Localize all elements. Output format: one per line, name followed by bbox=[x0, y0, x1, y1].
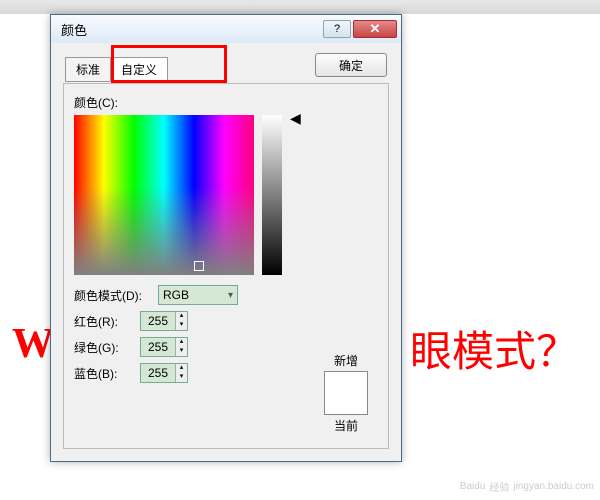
close-icon: ✕ bbox=[370, 21, 381, 37]
red-up-icon[interactable]: ▴ bbox=[175, 312, 187, 321]
color-crosshair-icon[interactable] bbox=[194, 261, 204, 271]
red-label: 红色(R): bbox=[74, 313, 134, 330]
green-spinner[interactable]: ▴▾ bbox=[140, 337, 188, 357]
titlebar-text: 颜色 bbox=[61, 20, 323, 39]
custom-panel: 颜色(C): ◀ 颜色模式(D): RGB 红色(R): ▴▾ bbox=[63, 83, 389, 449]
tab-standard[interactable]: 标准 bbox=[65, 57, 111, 82]
help-button[interactable]: ? bbox=[323, 20, 351, 38]
blue-down-icon[interactable]: ▾ bbox=[175, 373, 187, 382]
background-title-left: W bbox=[12, 320, 54, 368]
tab-custom[interactable]: 自定义 bbox=[110, 57, 168, 82]
luminance-arrow-icon[interactable]: ◀ bbox=[290, 111, 301, 125]
swatch-area: 新增 当前 bbox=[316, 352, 376, 436]
watermark-url: jingyan.baidu.com bbox=[513, 481, 594, 492]
hue-sat-field[interactable] bbox=[74, 115, 254, 275]
green-up-icon[interactable]: ▴ bbox=[175, 338, 187, 347]
watermark: Baidu 经验 jingyan.baidu.com bbox=[460, 479, 594, 494]
blue-input[interactable] bbox=[141, 366, 175, 380]
blue-spinner[interactable]: ▴▾ bbox=[140, 363, 188, 383]
new-current-swatch bbox=[324, 371, 368, 415]
tab-strip: 标准 自定义 bbox=[65, 57, 167, 82]
color-mode-select[interactable]: RGB bbox=[158, 285, 238, 305]
new-swatch-label: 新增 bbox=[316, 352, 376, 369]
watermark-sub: 经验 bbox=[489, 479, 509, 494]
titlebar[interactable]: 颜色 ? ✕ bbox=[51, 15, 401, 43]
color-label: 颜色(C): bbox=[74, 94, 118, 111]
window-chrome-edge bbox=[0, 0, 600, 14]
blue-up-icon[interactable]: ▴ bbox=[175, 364, 187, 373]
luminance-slider[interactable] bbox=[262, 115, 282, 275]
red-input[interactable] bbox=[141, 314, 175, 328]
color-mode-value: RGB bbox=[163, 288, 189, 302]
green-down-icon[interactable]: ▾ bbox=[175, 347, 187, 356]
color-dialog: 颜色 ? ✕ 标准 自定义 确定 取消 颜色(C): ◀ bbox=[50, 14, 402, 462]
color-mode-label: 颜色模式(D): bbox=[74, 287, 152, 304]
ok-button[interactable]: 确定 bbox=[315, 53, 387, 77]
red-spinner[interactable]: ▴▾ bbox=[140, 311, 188, 331]
close-button[interactable]: ✕ bbox=[353, 20, 397, 38]
blue-label: 蓝色(B): bbox=[74, 365, 134, 382]
green-label: 绿色(G): bbox=[74, 339, 134, 356]
watermark-brand: Baidu bbox=[460, 481, 486, 492]
current-swatch-label: 当前 bbox=[316, 417, 376, 434]
green-input[interactable] bbox=[141, 340, 175, 354]
red-down-icon[interactable]: ▾ bbox=[175, 321, 187, 330]
background-title-right: 眼模式？ bbox=[410, 318, 578, 379]
